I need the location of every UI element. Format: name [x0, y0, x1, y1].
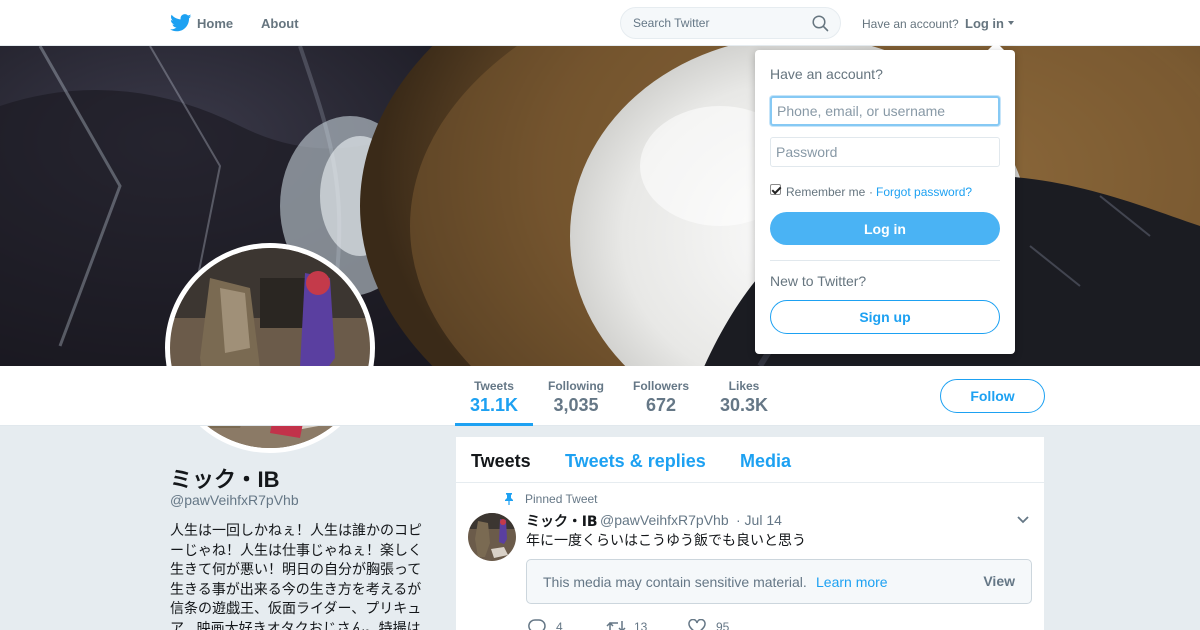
reply-icon [528, 619, 546, 630]
sensitive-media-text: This media may contain sensitive materia… [543, 574, 807, 590]
nav-home-link[interactable]: Home [197, 16, 233, 31]
tweet-author-name[interactable]: ミック・IB [526, 511, 598, 531]
like-count: 95 [716, 620, 730, 630]
remember-me-label[interactable]: Remember me [786, 185, 865, 199]
search-box[interactable] [620, 7, 841, 39]
separator-dot: · [869, 185, 873, 199]
login-dropdown-toggle[interactable]: Log in [965, 16, 1004, 31]
pin-icon [505, 493, 513, 505]
password-input[interactable] [770, 137, 1000, 167]
stat-followers-value: 672 [645, 395, 677, 415]
search-input[interactable] [633, 15, 813, 31]
tab-tweets-replies[interactable]: Tweets & replies [565, 451, 706, 472]
stat-likes[interactable]: Likes 30.3K [712, 366, 776, 426]
caret-down-icon[interactable] [1008, 21, 1014, 25]
timeline: Tweets Tweets & replies Media Pinned Twe… [456, 437, 1044, 630]
tweet-timestamp[interactable]: · Jul 14 [736, 512, 782, 528]
retweet-icon [606, 621, 626, 630]
stat-tweets-value: 31.1K [469, 395, 519, 415]
stat-likes-label: Likes [728, 379, 760, 393]
dropdown-divider [770, 260, 1000, 261]
have-account-text: Have an account? [862, 17, 959, 31]
top-nav: Home About Have an account? Log in [0, 0, 1200, 46]
stat-following-value: 3,035 [553, 395, 599, 415]
profile-nav-bar: Tweets 31.1K Following 3,035 Followers 6… [0, 366, 1200, 426]
view-media-button[interactable]: View [983, 573, 1015, 589]
pinned-tweet-label: Pinned Tweet [525, 492, 598, 506]
profile-screen-name[interactable]: @pawVeihfxR7pVhb [170, 492, 299, 508]
signup-button[interactable]: Sign up [770, 300, 1000, 334]
retweet-count: 13 [634, 620, 648, 630]
dropdown-title: Have an account? [770, 66, 883, 82]
nav-about-link[interactable]: About [261, 16, 299, 31]
tweet-avatar[interactable] [468, 513, 516, 561]
remember-me-checkbox[interactable] [770, 184, 781, 195]
stat-likes-value: 30.3K [719, 395, 769, 415]
sensitive-media-notice: This media may contain sensitive materia… [526, 559, 1032, 604]
new-to-twitter-text: New to Twitter? [770, 273, 867, 289]
tweet-author-handle[interactable]: @pawVeihfxR7pVhb [600, 512, 729, 528]
chevron-down-icon[interactable] [1017, 516, 1029, 524]
tweet-text: 年に一度くらいはこうゆう飯でも良いと思う [526, 533, 806, 549]
follow-button[interactable]: Follow [940, 379, 1045, 413]
profile-bio: 人生は一回しかねぇ！人生は誰かのコピーじゃね！人生は仕事じゃねぇ！楽しく生きて何… [170, 523, 422, 630]
twitter-bird-icon[interactable] [170, 14, 192, 32]
profile-display-name[interactable]: ミック・IB [170, 462, 280, 494]
tab-media[interactable]: Media [740, 451, 791, 472]
tweet-avatar-image [468, 513, 516, 561]
heart-icon [688, 619, 706, 630]
learn-more-link[interactable]: Learn more [816, 574, 888, 590]
username-input[interactable] [770, 96, 1000, 126]
stat-tweets-label: Tweets [474, 379, 514, 393]
stat-followers-label: Followers [632, 379, 689, 393]
login-button[interactable]: Log in [770, 212, 1000, 245]
stat-following[interactable]: Following 3,035 [540, 366, 612, 426]
search-icon[interactable] [812, 15, 829, 32]
stat-tweets[interactable]: Tweets 31.1K [455, 366, 533, 426]
timeline-tabs: Tweets Tweets & replies Media [456, 437, 1044, 483]
tab-tweets[interactable]: Tweets [471, 451, 531, 472]
forgot-password-link[interactable]: Forgot password? [876, 185, 972, 199]
stat-following-label: Following [548, 379, 604, 393]
stat-followers[interactable]: Followers 672 [625, 366, 697, 426]
login-dropdown: Have an account? Remember me · Forgot pa… [755, 50, 1015, 354]
reply-count: 4 [556, 620, 563, 630]
